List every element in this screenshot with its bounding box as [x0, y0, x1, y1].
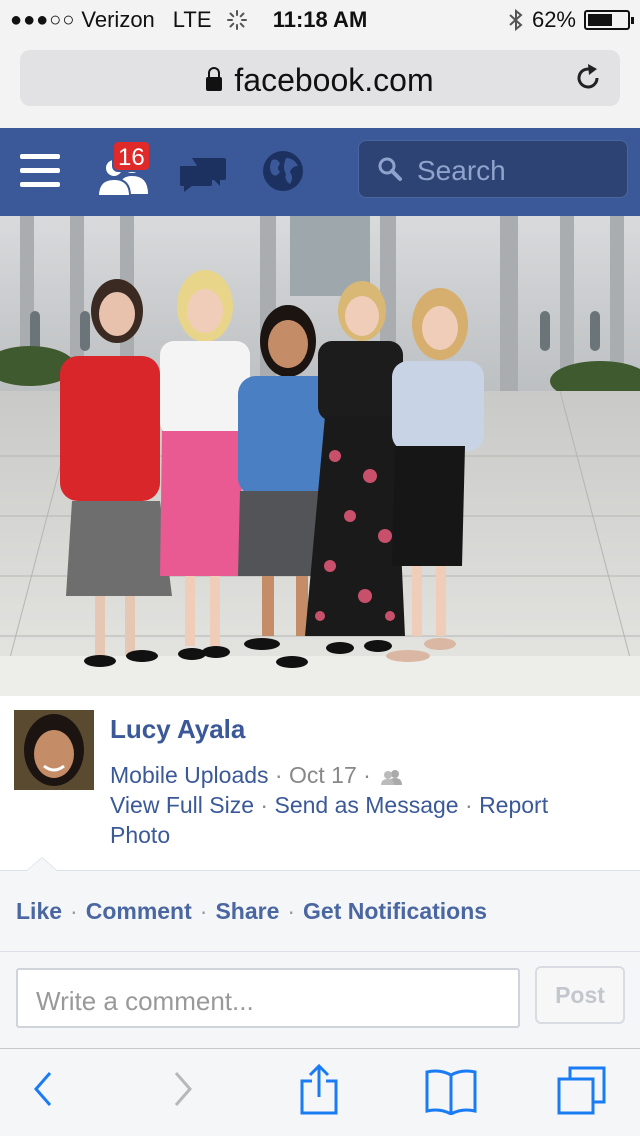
share-link[interactable]: Share — [215, 898, 279, 924]
menu-icon[interactable] — [20, 154, 60, 190]
friends-audience-icon[interactable] — [381, 769, 403, 785]
search-icon — [378, 157, 402, 181]
post-header: Lucy Ayala Mobile Uploads · Oct 17 · Vie… — [0, 696, 640, 870]
comment-link[interactable]: Comment — [86, 898, 192, 924]
tabs-icon[interactable] — [556, 1065, 608, 1117]
view-full-size-link[interactable]: View Full Size — [110, 792, 254, 818]
forward-icon[interactable] — [168, 1067, 196, 1111]
album-link[interactable]: Mobile Uploads — [110, 762, 269, 788]
comment-input[interactable]: Write a comment... — [16, 968, 520, 1028]
like-link[interactable]: Like — [16, 898, 62, 924]
post-actions-bar: Like · Comment · Share · Get Notifications — [0, 857, 640, 952]
caret-pointer — [26, 857, 58, 871]
post-date[interactable]: Oct 17 — [289, 762, 357, 788]
address-bar[interactable]: facebook.com — [20, 50, 620, 106]
search-field[interactable]: Search — [358, 140, 628, 198]
post-photo[interactable] — [0, 216, 640, 696]
facebook-nav-bar: 16 Search — [0, 128, 640, 216]
post-meta: Mobile Uploads · Oct 17 · — [110, 760, 610, 790]
url-text: facebook.com — [234, 62, 434, 98]
battery-icon — [584, 10, 634, 30]
reload-icon[interactable] — [572, 62, 604, 94]
group-photo-image — [0, 216, 640, 696]
search-placeholder: Search — [417, 155, 506, 186]
author-avatar[interactable] — [14, 710, 94, 790]
author-name[interactable]: Lucy Ayala — [110, 714, 245, 745]
comment-placeholder: Write a comment... — [36, 986, 254, 1016]
lock-icon — [206, 67, 223, 91]
share-icon[interactable] — [298, 1063, 340, 1115]
action-links: Like · Comment · Share · Get Notifications — [16, 898, 488, 924]
browser-chrome: facebook.com — [0, 40, 640, 128]
back-icon[interactable] — [30, 1067, 58, 1111]
status-bar: ●●●○○ Verizon LTE 11:18 AM 62% — [0, 0, 640, 40]
bluetooth-icon — [509, 8, 523, 32]
notifications-globe-icon[interactable] — [262, 150, 304, 192]
friend-requests-badge: 16 — [112, 140, 151, 172]
status-right: 62% — [508, 7, 634, 33]
photo-links: View Full Size · Send as Message · Repor… — [110, 792, 549, 848]
battery-percent: 62% — [531, 7, 576, 32]
url-display[interactable]: facebook.com — [20, 62, 620, 99]
comment-area: Write a comment... Post — [0, 952, 640, 1048]
get-notifications-link[interactable]: Get Notifications — [303, 898, 487, 924]
safari-toolbar — [0, 1048, 640, 1136]
avatar-image — [14, 710, 94, 790]
messages-icon[interactable] — [178, 154, 228, 194]
send-as-message-link[interactable]: Send as Message — [274, 792, 458, 818]
post-comment-button[interactable]: Post — [535, 966, 625, 1024]
bookmarks-icon[interactable] — [424, 1067, 478, 1115]
